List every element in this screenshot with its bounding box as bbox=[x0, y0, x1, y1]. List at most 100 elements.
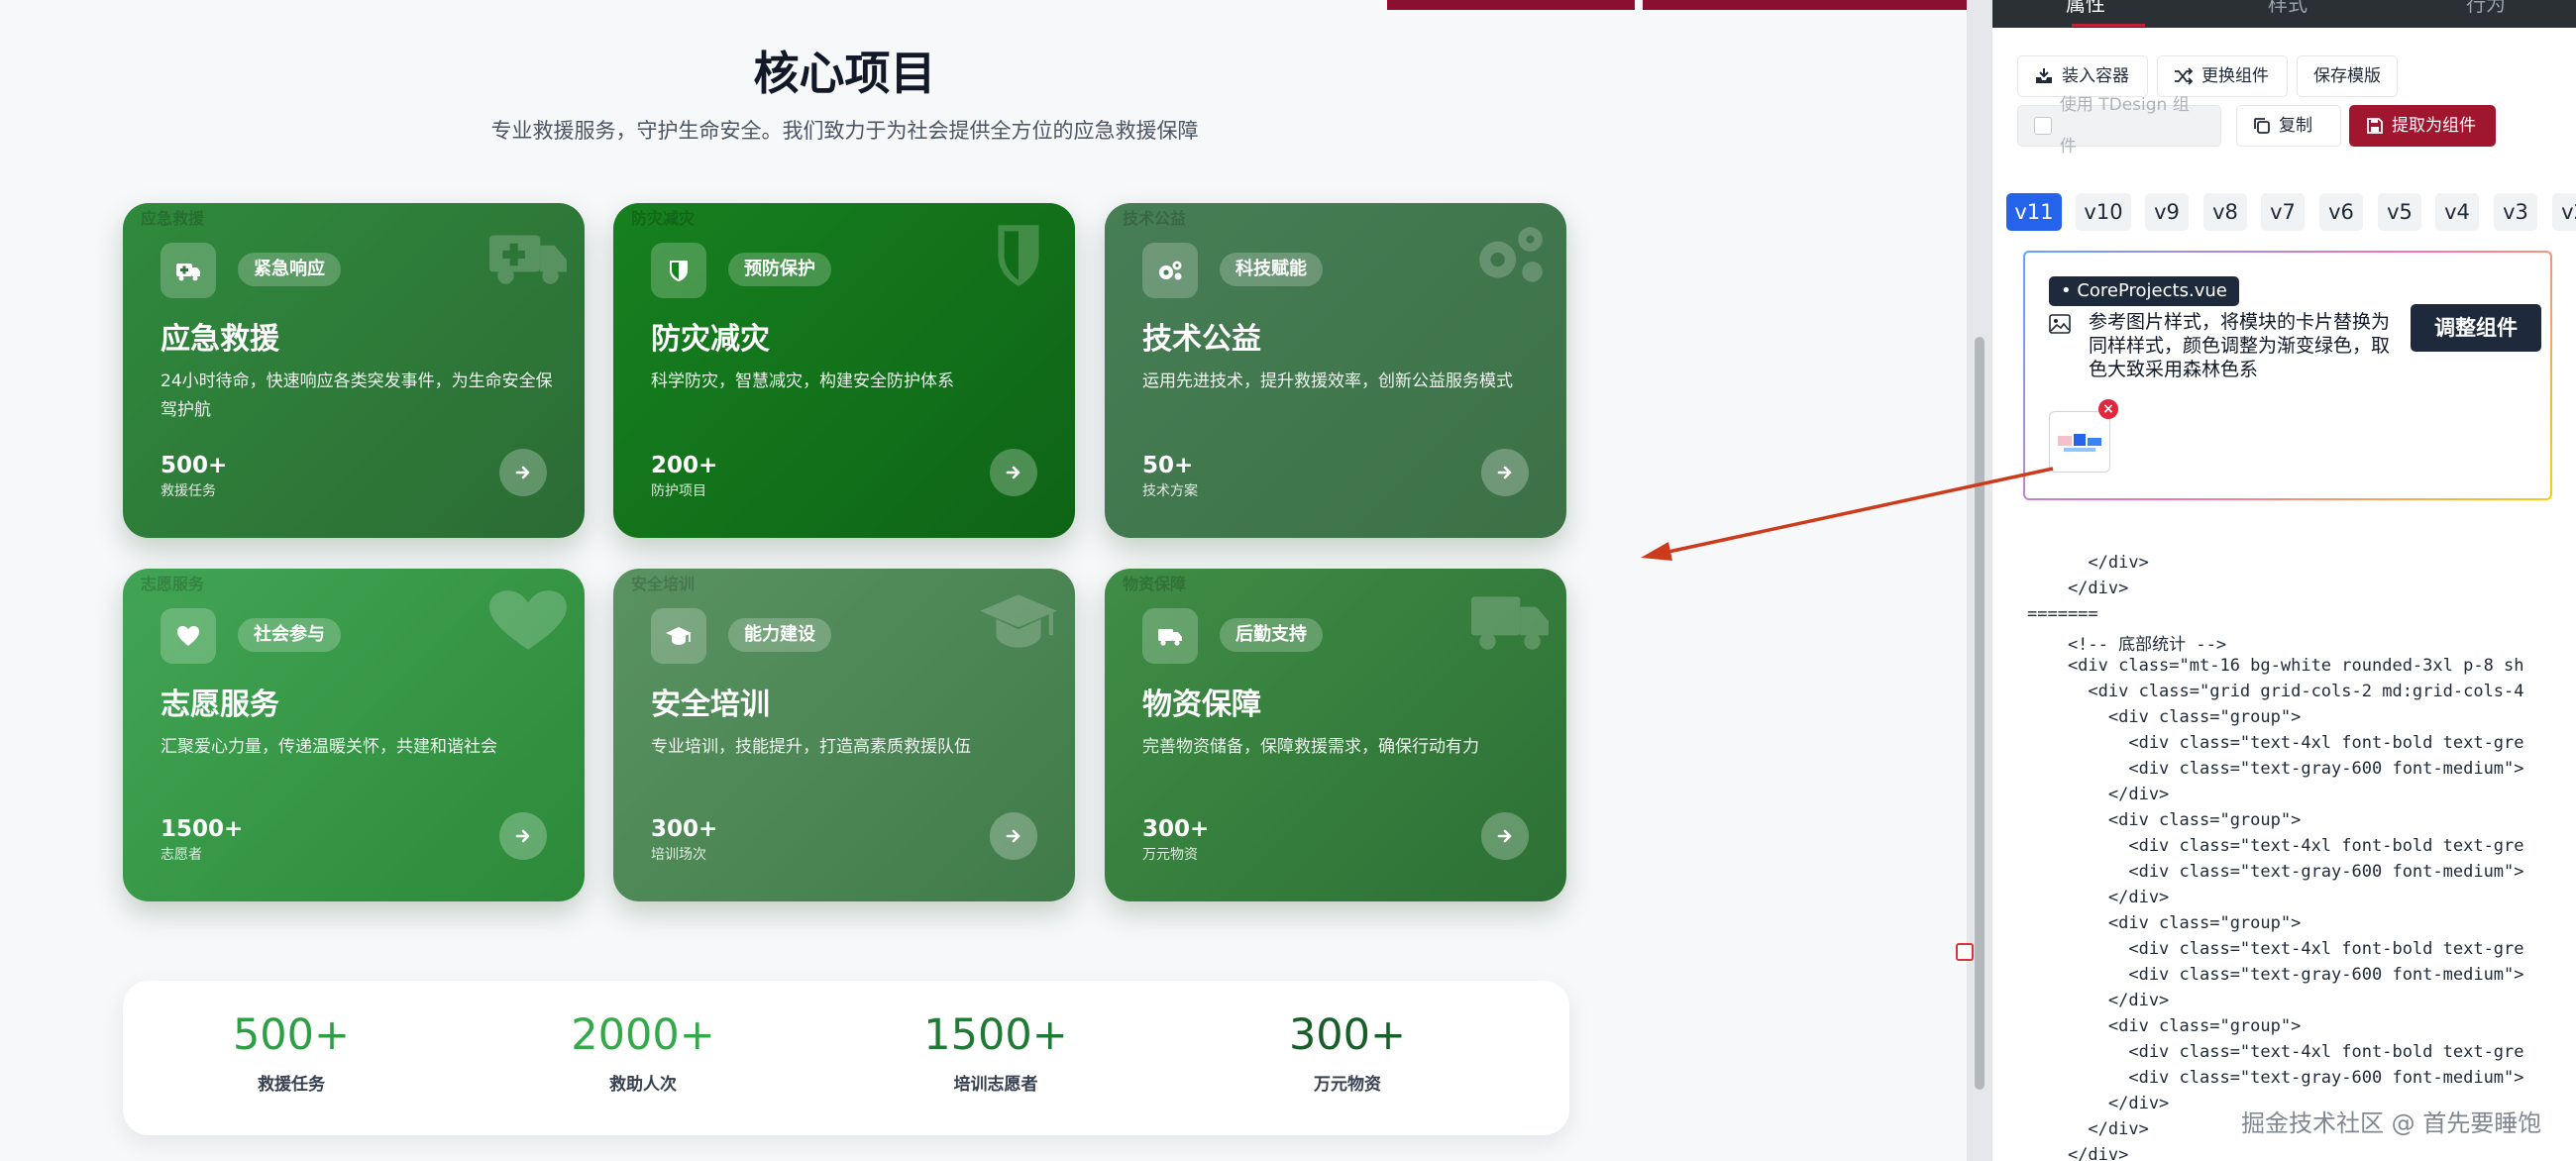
gears-icon bbox=[1142, 243, 1198, 298]
card-title: 物资保障 bbox=[1142, 687, 1261, 722]
arrow-right-button[interactable] bbox=[499, 812, 547, 860]
version-tab[interactable]: v3 bbox=[2494, 193, 2537, 231]
arrow-right-button[interactable] bbox=[1481, 812, 1529, 860]
card-title: 志愿服务 bbox=[161, 687, 279, 722]
card-count-unit: 万元物资 bbox=[1142, 847, 1198, 863]
stat-item: 300+ 万元物资 bbox=[1199, 1010, 1496, 1095]
project-card[interactable]: 应急救援 紧急响应 应急救援 24小时待命，快速响应各类突发事件，为生命安全保驾… bbox=[123, 203, 585, 538]
save-template-button[interactable]: 保存模版 bbox=[2297, 55, 2398, 97]
copy-label: 复制 bbox=[2279, 116, 2312, 136]
card-count: 300+ bbox=[1142, 816, 1210, 842]
code-line: <div class="text-gray-600 font-medium"> bbox=[2027, 862, 2524, 882]
tab-properties[interactable]: 属性 bbox=[2066, 0, 2105, 17]
card-ghost-label: 防灾减灾 bbox=[631, 209, 696, 228]
stat-item: 2000+ 救助人次 bbox=[494, 1010, 792, 1095]
code-line: <div class="text-gray-600 font-medium"> bbox=[2027, 759, 2524, 779]
code-line: <div class="group"> bbox=[2027, 810, 2302, 830]
watermark: 掘金技术社区 @ 首先要睡饱 bbox=[2241, 1109, 2542, 1137]
card-ghost-label: 技术公益 bbox=[1123, 209, 1187, 228]
arrow-right-icon bbox=[515, 829, 530, 843]
adjust-component-button[interactable]: 调整组件 bbox=[2411, 304, 2541, 352]
prompt-text[interactable]: 参考图片样式，将模块的卡片替换为同样样式，颜色调整为渐变绿色，取色大致采用森林色… bbox=[2089, 310, 2396, 381]
scrollbar-thumb[interactable] bbox=[1975, 337, 1985, 1090]
panel-tab-bar: 属性 样式 行为 bbox=[1992, 0, 2576, 28]
arrow-right-button[interactable] bbox=[990, 449, 1037, 496]
code-line: </div> bbox=[2027, 991, 2170, 1010]
code-line: <div class="group"> bbox=[2027, 1016, 2302, 1036]
shield-bg-icon bbox=[998, 225, 1039, 286]
stat-number: 1500+ bbox=[923, 1010, 1068, 1060]
stat-label: 万元物资 bbox=[1314, 1075, 1381, 1095]
active-tab-indicator bbox=[2072, 24, 2145, 27]
version-tab[interactable]: v2 bbox=[2552, 193, 2576, 231]
gears-bg-icon bbox=[1479, 227, 1543, 282]
version-tab[interactable]: v7 bbox=[2261, 193, 2305, 231]
version-tab[interactable]: v6 bbox=[2319, 193, 2363, 231]
truck-icon bbox=[1142, 608, 1198, 664]
stat-item: 500+ 救援任务 bbox=[143, 1010, 440, 1095]
reference-image bbox=[2058, 434, 2101, 452]
tab-styles[interactable]: 样式 bbox=[2268, 0, 2308, 17]
reference-image-thumbnail[interactable] bbox=[2049, 411, 2110, 473]
shield-icon bbox=[651, 243, 706, 298]
card-count-unit: 技术方案 bbox=[1142, 483, 1198, 499]
project-card[interactable]: 防灾减灾 预防保护 防灾减灾 科学防灾，智慧减灾，构建安全防护体系 200+ 防… bbox=[613, 203, 1075, 538]
version-tab[interactable]: v11 bbox=[2006, 193, 2062, 231]
card-count: 500+ bbox=[161, 453, 228, 478]
code-view[interactable]: </div> </div> ======= <!-- 底部统计 --> <div… bbox=[2027, 553, 2552, 1161]
extract-component-button[interactable]: 提取为组件 bbox=[2349, 105, 2496, 147]
stat-item: 1500+ 培训志愿者 bbox=[847, 1010, 1144, 1095]
project-card[interactable]: 志愿服务 社会参与 志愿服务 汇聚爱心力量，传递温暖关怀，共建和谐社会 1500… bbox=[123, 569, 585, 901]
resize-handle[interactable] bbox=[1956, 943, 1974, 961]
card-description: 24小时待命，快速响应各类突发事件，为生命安全保驾护航 bbox=[161, 371, 553, 420]
card-count: 300+ bbox=[651, 816, 718, 842]
property-panel: 属性 样式 行为 装入容器 更换组件 保存模版 使用 TDesign 组件 复制… bbox=[1992, 0, 2576, 1161]
arrow-right-icon bbox=[515, 466, 530, 479]
code-line: <div class="text-4xl font-bold text-gre bbox=[2027, 939, 2524, 959]
card-count-unit: 防护项目 bbox=[651, 483, 706, 499]
arrow-right-icon bbox=[1497, 829, 1512, 843]
project-card[interactable]: 安全培训 能力建设 安全培训 专业培训，技能提升，打造高素质救援队伍 300+ … bbox=[613, 569, 1075, 901]
code-line: <div class="grid grid-cols-2 md:grid-col… bbox=[2027, 682, 2524, 701]
arrow-right-button[interactable] bbox=[990, 812, 1037, 860]
truck-bg-icon bbox=[1471, 596, 1549, 650]
project-card[interactable]: 物资保障 后勤支持 物资保障 完善物资储备，保障救援需求，确保行动有力 300+… bbox=[1105, 569, 1566, 901]
extract-label: 提取为组件 bbox=[2392, 116, 2476, 136]
stat-number: 500+ bbox=[232, 1010, 351, 1060]
save-template-label: 保存模版 bbox=[2313, 66, 2381, 86]
version-tab[interactable]: v8 bbox=[2203, 193, 2247, 231]
copy-button[interactable]: 复制 bbox=[2236, 105, 2341, 147]
image-icon bbox=[2049, 314, 2071, 334]
tab-behavior[interactable]: 行为 bbox=[2466, 0, 2506, 17]
file-badge: • CoreProjects.vue bbox=[2049, 276, 2239, 306]
code-line: <div class="group"> bbox=[2027, 913, 2302, 933]
version-tab[interactable]: v4 bbox=[2435, 193, 2479, 231]
ambulance-bg-icon bbox=[489, 235, 567, 284]
arrow-right-button[interactable] bbox=[1481, 449, 1529, 496]
card-ghost-label: 安全培训 bbox=[631, 575, 696, 593]
card-description: 汇聚爱心力量，传递温暖关怀，共建和谐社会 bbox=[161, 737, 497, 757]
code-line: </div> bbox=[2027, 888, 2170, 907]
card-description: 专业培训，技能提升，打造高素质救援队伍 bbox=[651, 737, 971, 757]
version-tab[interactable]: v9 bbox=[2145, 193, 2189, 231]
card-description: 完善物资储备，保障救援需求，确保行动有力 bbox=[1142, 737, 1479, 757]
code-line: </div> bbox=[2027, 1119, 2149, 1139]
card-title: 安全培训 bbox=[651, 687, 770, 722]
stat-number: 2000+ bbox=[571, 1010, 715, 1060]
arrow-right-button[interactable] bbox=[499, 449, 547, 496]
use-tdesign-checkbox[interactable]: 使用 TDesign 组件 bbox=[2017, 95, 2221, 157]
card-count-unit: 救援任务 bbox=[161, 483, 216, 499]
remove-image-button[interactable]: × bbox=[2098, 399, 2118, 419]
arrow-right-icon bbox=[1006, 829, 1020, 843]
stat-label: 培训志愿者 bbox=[953, 1075, 1038, 1095]
checkbox-icon bbox=[2034, 117, 2052, 135]
project-card[interactable]: 技术公益 科技赋能 技术公益 运用先进技术，提升救援效率，创新公益服务模式 50… bbox=[1105, 203, 1566, 538]
version-tab[interactable]: v5 bbox=[2378, 193, 2421, 231]
code-line: </div> bbox=[2027, 785, 2170, 804]
version-tab[interactable]: v10 bbox=[2076, 193, 2131, 231]
top-red-block bbox=[1643, 0, 1967, 10]
graduation-cap-bg-icon bbox=[980, 594, 1057, 648]
stat-label: 救援任务 bbox=[258, 1075, 325, 1095]
stat-number: 300+ bbox=[1288, 1010, 1407, 1060]
card-tag: 后勤支持 bbox=[1220, 618, 1323, 652]
